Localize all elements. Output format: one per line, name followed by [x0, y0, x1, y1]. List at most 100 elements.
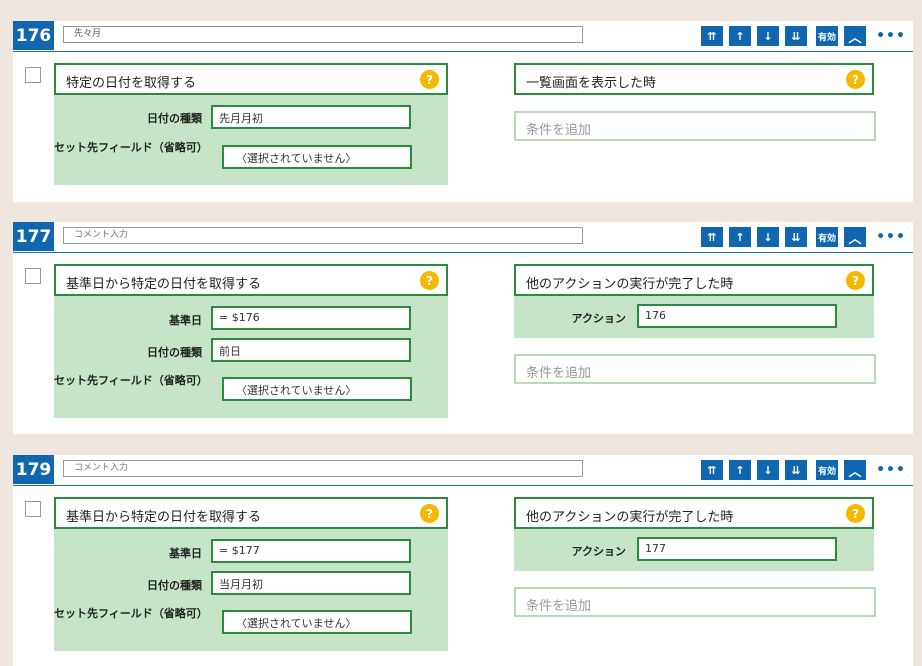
- move-down-button[interactable]: ↓: [757, 460, 779, 480]
- more-options-button[interactable]: •••: [876, 460, 906, 480]
- field-label: 日付の種類: [147, 346, 202, 359]
- action-panel: 基準日から特定の日付を取得する ? 基準日 = $176 日付の種類 前日 セッ…: [54, 264, 448, 418]
- add-condition-input[interactable]: 条件を追加: [514, 587, 876, 617]
- help-icon[interactable]: ?: [846, 504, 865, 523]
- move-up-button[interactable]: ↑: [729, 26, 751, 46]
- trigger-title-label: 一覧画面を表示した時: [526, 76, 657, 91]
- trigger-panel: アクション 176: [514, 296, 874, 338]
- action-title-label: 特定の日付を取得する: [66, 76, 197, 91]
- ellipsis-icon: •••: [876, 462, 906, 478]
- action-ref-field[interactable]: 177: [637, 537, 837, 561]
- more-options-button[interactable]: •••: [876, 26, 906, 46]
- double-down-arrow-icon: ⇊: [791, 230, 801, 244]
- action-title-label: 基準日から特定の日付を取得する: [66, 510, 262, 525]
- action-title[interactable]: 基準日から特定の日付を取得する ?: [54, 497, 448, 529]
- block-number: 176: [13, 21, 54, 50]
- target-field-select[interactable]: 〈選択されていません〉: [222, 377, 412, 401]
- field-label: セット先フィールド（省略可）: [54, 374, 208, 387]
- double-up-arrow-icon: ⇈: [707, 463, 717, 477]
- enabled-toggle-button[interactable]: 有効: [816, 227, 838, 247]
- add-condition-input[interactable]: 条件を追加: [514, 111, 876, 141]
- chevron-up-icon: ︿: [848, 30, 862, 46]
- down-arrow-icon: ↓: [763, 463, 773, 477]
- date-type-field[interactable]: 当月月初: [211, 571, 411, 595]
- help-icon[interactable]: ?: [420, 504, 439, 523]
- trigger-title[interactable]: 他のアクションの実行が完了した時 ?: [514, 497, 874, 529]
- action-title[interactable]: 基準日から特定の日付を取得する ?: [54, 264, 448, 296]
- comment-input[interactable]: コメント入力: [63, 460, 583, 477]
- action-title-label: 基準日から特定の日付を取得する: [66, 277, 262, 292]
- add-condition-input[interactable]: 条件を追加: [514, 354, 876, 384]
- field-label: 基準日: [169, 314, 202, 327]
- collapse-button[interactable]: ︿: [844, 460, 866, 480]
- action-ref-field[interactable]: 176: [637, 304, 837, 328]
- trigger-title[interactable]: 一覧画面を表示した時 ?: [514, 63, 874, 95]
- field-label: アクション: [571, 545, 626, 558]
- help-icon[interactable]: ?: [420, 70, 439, 89]
- ellipsis-icon: •••: [876, 28, 906, 44]
- field-label: セット先フィールド（省略可）: [54, 141, 208, 154]
- trigger-title[interactable]: 他のアクションの実行が完了した時 ?: [514, 264, 874, 296]
- trigger-title-label: 他のアクションの実行が完了した時: [526, 510, 734, 525]
- action-panel: 特定の日付を取得する ? 日付の種類 先月月初 セット先フィールド（省略可） 〈…: [54, 63, 448, 185]
- move-up-button[interactable]: ↑: [729, 460, 751, 480]
- move-bottom-button[interactable]: ⇊: [785, 26, 807, 46]
- collapse-button[interactable]: ︿: [844, 26, 866, 46]
- action-block-176: 176 先々月 ⇈ ↑ ↓ ⇊ 有効 ︿ ••• 特定の日付を取得する ? 日付…: [13, 21, 913, 202]
- help-icon[interactable]: ?: [846, 70, 865, 89]
- more-options-button[interactable]: •••: [876, 227, 906, 247]
- block-header: 177 コメント入力 ⇈ ↑ ↓ ⇊ 有効 ︿ •••: [13, 222, 913, 253]
- chevron-up-icon: ︿: [848, 464, 862, 480]
- enabled-toggle-button[interactable]: 有効: [816, 26, 838, 46]
- double-down-arrow-icon: ⇊: [791, 463, 801, 477]
- down-arrow-icon: ↓: [763, 29, 773, 43]
- comment-input[interactable]: 先々月: [63, 26, 583, 43]
- target-field-select[interactable]: 〈選択されていません〉: [222, 610, 412, 634]
- field-label: 日付の種類: [147, 579, 202, 592]
- move-up-button[interactable]: ↑: [729, 227, 751, 247]
- block-header: 176 先々月 ⇈ ↑ ↓ ⇊ 有効 ︿ •••: [13, 21, 913, 52]
- action-panel: 基準日から特定の日付を取得する ? 基準日 = $177 日付の種類 当月月初 …: [54, 497, 448, 651]
- collapse-button[interactable]: ︿: [844, 227, 866, 247]
- block-number: 179: [13, 455, 54, 484]
- help-icon[interactable]: ?: [846, 271, 865, 290]
- base-date-field[interactable]: = $177: [211, 539, 411, 563]
- move-top-button[interactable]: ⇈: [701, 227, 723, 247]
- help-icon[interactable]: ?: [420, 271, 439, 290]
- enabled-toggle-button[interactable]: 有効: [816, 460, 838, 480]
- select-checkbox[interactable]: [25, 501, 41, 517]
- double-up-arrow-icon: ⇈: [707, 230, 717, 244]
- select-checkbox[interactable]: [25, 268, 41, 284]
- comment-input[interactable]: コメント入力: [63, 227, 583, 244]
- block-header: 179 コメント入力 ⇈ ↑ ↓ ⇊ 有効 ︿ •••: [13, 455, 913, 486]
- move-top-button[interactable]: ⇈: [701, 460, 723, 480]
- chevron-up-icon: ︿: [848, 231, 862, 247]
- date-type-field[interactable]: 先月月初: [211, 105, 411, 129]
- up-arrow-icon: ↑: [735, 463, 745, 477]
- trigger-title-label: 他のアクションの実行が完了した時: [526, 277, 734, 292]
- ellipsis-icon: •••: [876, 229, 906, 245]
- field-label: セット先フィールド（省略可）: [54, 607, 208, 620]
- move-top-button[interactable]: ⇈: [701, 26, 723, 46]
- action-block-179: 179 コメント入力 ⇈ ↑ ↓ ⇊ 有効 ︿ ••• 基準日から特定の日付を取…: [13, 455, 913, 666]
- double-up-arrow-icon: ⇈: [707, 29, 717, 43]
- field-label: 基準日: [169, 547, 202, 560]
- select-checkbox[interactable]: [25, 67, 41, 83]
- action-title[interactable]: 特定の日付を取得する ?: [54, 63, 448, 95]
- up-arrow-icon: ↑: [735, 230, 745, 244]
- trigger-panel: アクション 177: [514, 529, 874, 571]
- block-number: 177: [13, 222, 54, 251]
- up-arrow-icon: ↑: [735, 29, 745, 43]
- move-down-button[interactable]: ↓: [757, 26, 779, 46]
- move-bottom-button[interactable]: ⇊: [785, 227, 807, 247]
- down-arrow-icon: ↓: [763, 230, 773, 244]
- date-type-field[interactable]: 前日: [211, 338, 411, 362]
- target-field-select[interactable]: 〈選択されていません〉: [222, 145, 412, 169]
- move-bottom-button[interactable]: ⇊: [785, 460, 807, 480]
- move-down-button[interactable]: ↓: [757, 227, 779, 247]
- field-label: アクション: [571, 312, 626, 325]
- base-date-field[interactable]: = $176: [211, 306, 411, 330]
- field-label: 日付の種類: [147, 112, 202, 125]
- action-block-177: 177 コメント入力 ⇈ ↑ ↓ ⇊ 有効 ︿ ••• 基準日から特定の日付を取…: [13, 222, 913, 434]
- double-down-arrow-icon: ⇊: [791, 29, 801, 43]
